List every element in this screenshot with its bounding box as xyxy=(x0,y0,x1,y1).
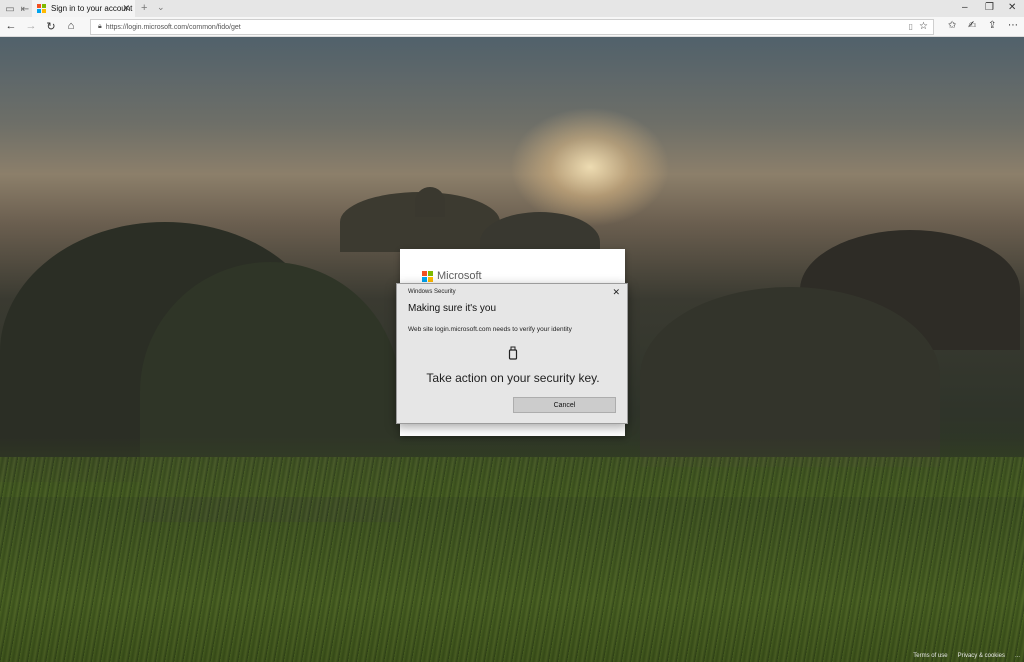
microsoft-brand: Microsoft xyxy=(422,270,482,282)
close-icon[interactable]: ✕ xyxy=(612,287,620,298)
forward-icon[interactable]: → xyxy=(23,20,39,32)
tab-preview-chevron-icon[interactable]: ⌄ xyxy=(157,2,165,13)
share-icon[interactable]: ⇪ xyxy=(988,20,996,31)
windows-security-dialog: Windows Security ✕ Making sure it's you … xyxy=(396,283,628,424)
tab-title: Sign in to your account xyxy=(51,4,133,13)
address-input[interactable]: 🔒︎ https://login.microsoft.com/common/fi… xyxy=(90,19,934,35)
lock-icon[interactable]: 🔒︎ xyxy=(98,23,102,31)
footer-more-link[interactable]: ... xyxy=(1015,653,1020,659)
refresh-icon[interactable]: ↻ xyxy=(43,20,59,33)
usb-security-key-icon xyxy=(508,346,518,360)
dialog-instruction: Take action on your security key. xyxy=(426,371,600,385)
back-icon[interactable]: ← xyxy=(3,20,19,32)
restore-icon[interactable]: ❐ xyxy=(985,2,994,13)
dialog-heading: Making sure it's you xyxy=(408,303,497,314)
terms-of-use-link[interactable]: Terms of use xyxy=(913,653,947,659)
microsoft-logo-icon xyxy=(422,270,433,282)
favorites-icon[interactable]: ✩ xyxy=(948,20,956,31)
url-text: https://login.microsoft.com/common/fido/… xyxy=(105,23,241,31)
page-footer: Terms of use Privacy & cookies ... xyxy=(913,650,1024,662)
close-tab-icon[interactable]: ✕ xyxy=(122,3,130,14)
grass-foreground xyxy=(0,457,1024,662)
privacy-cookies-link[interactable]: Privacy & cookies xyxy=(958,653,1005,659)
reading-view-icon[interactable]: ▯ xyxy=(909,22,913,31)
minimize-icon[interactable]: – xyxy=(962,2,968,13)
new-tab-icon[interactable]: + xyxy=(141,2,147,14)
more-icon[interactable]: ⋯ xyxy=(1008,20,1018,31)
brand-name: Microsoft xyxy=(437,270,482,282)
mountain xyxy=(415,187,445,217)
tab-actions-icon[interactable]: ▭ xyxy=(2,1,18,17)
cancel-button[interactable]: Cancel xyxy=(513,397,616,413)
close-window-icon[interactable]: ✕ xyxy=(1008,2,1016,13)
set-aside-tabs-icon[interactable]: ⇤ xyxy=(17,1,33,17)
home-icon[interactable]: ⌂ xyxy=(63,20,79,32)
address-toolbar: ← → ↻ ⌂ 🔒︎ https://login.microsoft.com/c… xyxy=(0,17,1024,37)
dialog-window-title: Windows Security xyxy=(408,289,456,295)
favorite-star-icon[interactable]: ☆ xyxy=(919,21,928,32)
microsoft-logo-icon xyxy=(37,4,46,13)
sunset-glow xyxy=(510,107,670,227)
tab-bar: ▭ ⇤ Sign in to your account ✕ + ⌄ – ❐ ✕ xyxy=(0,0,1024,17)
tab-sign-in[interactable]: Sign in to your account ✕ xyxy=(32,0,135,17)
pen-icon[interactable]: ✍︎ xyxy=(968,20,976,31)
dialog-message: Web site login.microsoft.com needs to ve… xyxy=(408,326,572,333)
